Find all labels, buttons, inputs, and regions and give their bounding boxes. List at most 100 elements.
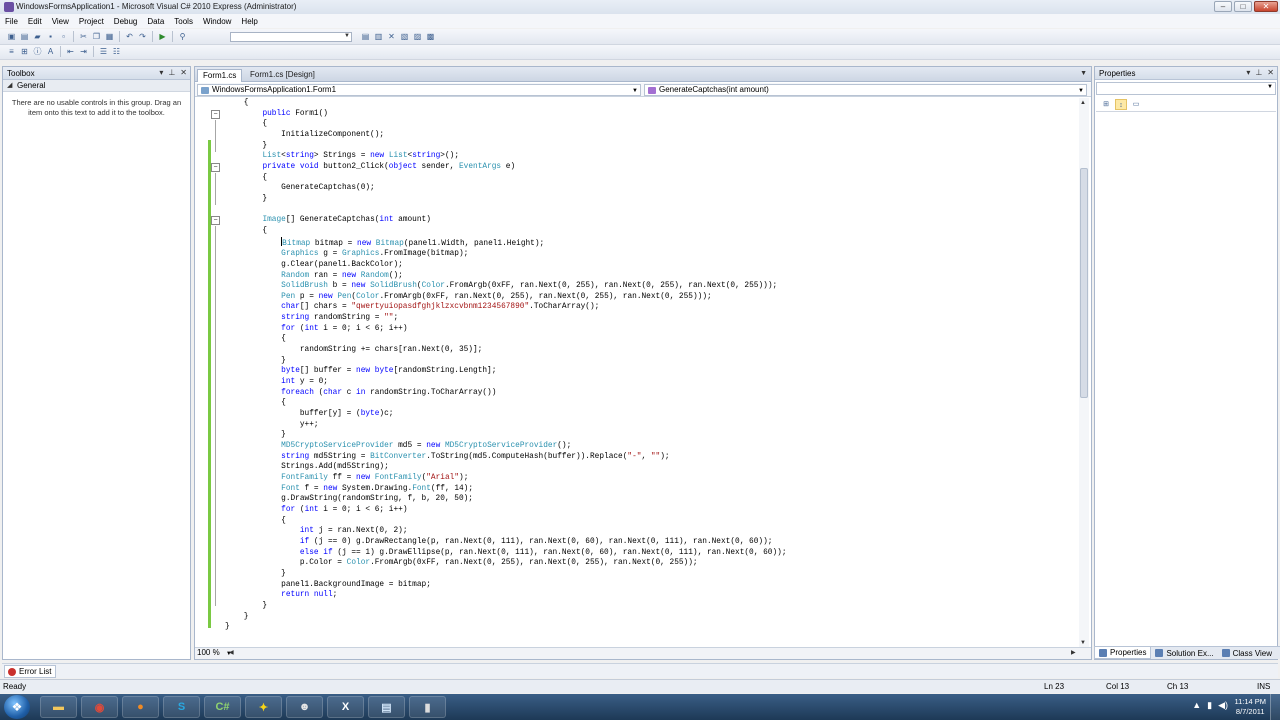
object-browser-icon[interactable]: ▧	[399, 31, 410, 42]
display-word-completion-icon[interactable]: A	[45, 46, 56, 57]
close-icon[interactable]: ✕	[180, 68, 187, 77]
network-icon[interactable]: ▮	[1207, 700, 1212, 711]
tab-form1-cs[interactable]: Form1.cs	[197, 69, 243, 82]
close-icon[interactable]: ✕	[1267, 68, 1274, 77]
scroll-left-icon[interactable]: ◀	[229, 649, 234, 656]
alphabetical-icon[interactable]: ↕	[1115, 99, 1127, 110]
menu-edit[interactable]: Edit	[23, 17, 47, 26]
chevron-down-icon[interactable]: ▼	[1080, 70, 1087, 77]
class-icon	[201, 87, 209, 94]
properties-grid	[1096, 113, 1276, 643]
app-icon[interactable]: ▮	[409, 696, 446, 718]
members-dropdown[interactable]: GenerateCaptchas(int amount) ▼	[644, 84, 1087, 96]
outline-guide	[215, 120, 216, 152]
zoom-combo[interactable]: 100 % ▼	[197, 648, 232, 657]
changed-line-marker	[208, 140, 211, 628]
properties-window-icon[interactable]: ▥	[373, 31, 384, 42]
paste-icon[interactable]: ▦	[104, 31, 115, 42]
decrease-indent-icon[interactable]: ⇤	[65, 46, 76, 57]
comment-lines-icon[interactable]: ☰	[98, 46, 109, 57]
show-hidden-icons-icon[interactable]: ▲	[1192, 700, 1201, 711]
start-page-icon[interactable]: ▨	[412, 31, 423, 42]
uncomment-lines-icon[interactable]: ☷	[111, 46, 122, 57]
title-bar: WindowsFormsApplication1 - Microsoft Vis…	[0, 0, 1280, 14]
menu-view[interactable]: View	[47, 17, 74, 26]
menu-debug[interactable]: Debug	[109, 17, 143, 26]
undo-icon[interactable]: ↶	[124, 31, 135, 42]
code-text-area[interactable]: − − − { public Form1() { InitializeCompo…	[195, 98, 1079, 648]
toolbox-icon[interactable]: ✕	[386, 31, 397, 42]
solution-explorer-icon[interactable]: ▤	[360, 31, 371, 42]
tab-class-view[interactable]: Class View	[1218, 647, 1276, 659]
scrollbar-thumb[interactable]	[1080, 168, 1088, 398]
display-object-member-list-icon[interactable]: ≡	[6, 46, 17, 57]
display-quick-info-icon[interactable]: ⓘ	[32, 46, 43, 57]
pin-icon[interactable]: ⊥	[168, 68, 175, 77]
taskbar: ❖ ▬ ◉ ● S C# ✦ ☻ X ▤ ▮ ▲ ▮ ◀) 11:14 PM 8…	[0, 694, 1280, 720]
properties-header: Properties ▾ ⊥ ✕	[1095, 67, 1277, 80]
window-position-icon[interactable]: ▾	[159, 68, 163, 77]
toolbox-group-label: General	[17, 81, 46, 90]
tab-form1-design[interactable]: Form1.cs [Design]	[245, 69, 320, 82]
start-button[interactable]: ❖	[4, 695, 30, 719]
scroll-right-icon[interactable]: ▶	[1071, 649, 1076, 656]
method-icon	[648, 87, 656, 94]
extension-manager-icon[interactable]: ▩	[425, 31, 436, 42]
menu-data[interactable]: Data	[142, 17, 169, 26]
error-list-label: Error List	[19, 667, 52, 676]
collapse-region-icon[interactable]: −	[211, 163, 220, 172]
firefox-icon[interactable]: ●	[122, 696, 159, 718]
scroll-down-icon[interactable]: ▼	[1080, 640, 1086, 646]
redo-icon[interactable]: ↷	[137, 31, 148, 42]
notepad-icon[interactable]: ▤	[368, 696, 405, 718]
menu-project[interactable]: Project	[74, 17, 109, 26]
property-pages-icon[interactable]: ▭	[1130, 99, 1142, 110]
display-parameter-info-icon[interactable]: ⊞	[19, 46, 30, 57]
toolbar-separator	[73, 31, 74, 42]
new-project-icon[interactable]: ▣	[6, 31, 17, 42]
menu-window[interactable]: Window	[198, 17, 236, 26]
tab-error-list[interactable]: Error List	[4, 665, 57, 678]
scroll-up-icon[interactable]: ▲	[1080, 100, 1086, 106]
open-file-icon[interactable]: ▰	[32, 31, 43, 42]
collapse-arrow-icon: ◢	[7, 82, 13, 89]
tab-properties[interactable]: Properties	[1094, 647, 1152, 659]
cut-icon[interactable]: ✂	[78, 31, 89, 42]
collapse-region-icon[interactable]: −	[211, 216, 220, 225]
toolbox-group-general[interactable]: ◢ General	[3, 80, 190, 92]
categorized-icon[interactable]: ⊞	[1100, 99, 1112, 110]
tab-solution-explorer[interactable]: Solution Ex...	[1151, 647, 1217, 659]
add-item-icon[interactable]: ▤	[19, 31, 30, 42]
copy-icon[interactable]: ❐	[91, 31, 102, 42]
object-selector[interactable]: ▼	[1096, 82, 1276, 95]
types-dropdown[interactable]: WindowsFormsApplication1.Form1 ▼	[197, 84, 641, 96]
aim-icon[interactable]: ✦	[245, 696, 282, 718]
explorer-icon[interactable]: ▬	[40, 696, 77, 718]
gimp-icon[interactable]: ☻	[286, 696, 323, 718]
status-insert-mode: INS	[1257, 682, 1271, 691]
collapse-region-icon[interactable]: −	[211, 110, 220, 119]
menu-file[interactable]: File	[0, 17, 23, 26]
find-combo[interactable]: ▼	[230, 32, 352, 42]
menu-help[interactable]: Help	[236, 17, 262, 26]
vertical-scrollbar[interactable]: ▲ ▼	[1079, 98, 1089, 648]
volume-icon[interactable]: ◀)	[1218, 700, 1228, 711]
increase-indent-icon[interactable]: ⇥	[78, 46, 89, 57]
dxtory-icon[interactable]: X	[327, 696, 364, 718]
close-button[interactable]: ✕	[1254, 1, 1278, 12]
clock-time: 11:14 PM	[1234, 697, 1266, 706]
menu-tools[interactable]: Tools	[169, 17, 198, 26]
save-all-icon[interactable]: ▫	[58, 31, 69, 42]
find-in-files-icon[interactable]: ⚲	[177, 31, 188, 42]
maximize-button[interactable]: □	[1234, 1, 1252, 12]
minimize-button[interactable]: –	[1214, 1, 1232, 12]
show-desktop-button[interactable]	[1270, 694, 1280, 720]
skype-icon[interactable]: S	[163, 696, 200, 718]
visual-csharp-icon[interactable]: C#	[204, 696, 241, 718]
chrome-icon[interactable]: ◉	[81, 696, 118, 718]
start-debugging-icon[interactable]: ▶	[157, 31, 168, 42]
pin-icon[interactable]: ⊥	[1255, 68, 1262, 77]
save-icon[interactable]: ▪	[45, 31, 56, 42]
system-clock[interactable]: 11:14 PM 8/7/2011	[1234, 697, 1266, 717]
window-position-icon[interactable]: ▾	[1246, 68, 1250, 77]
